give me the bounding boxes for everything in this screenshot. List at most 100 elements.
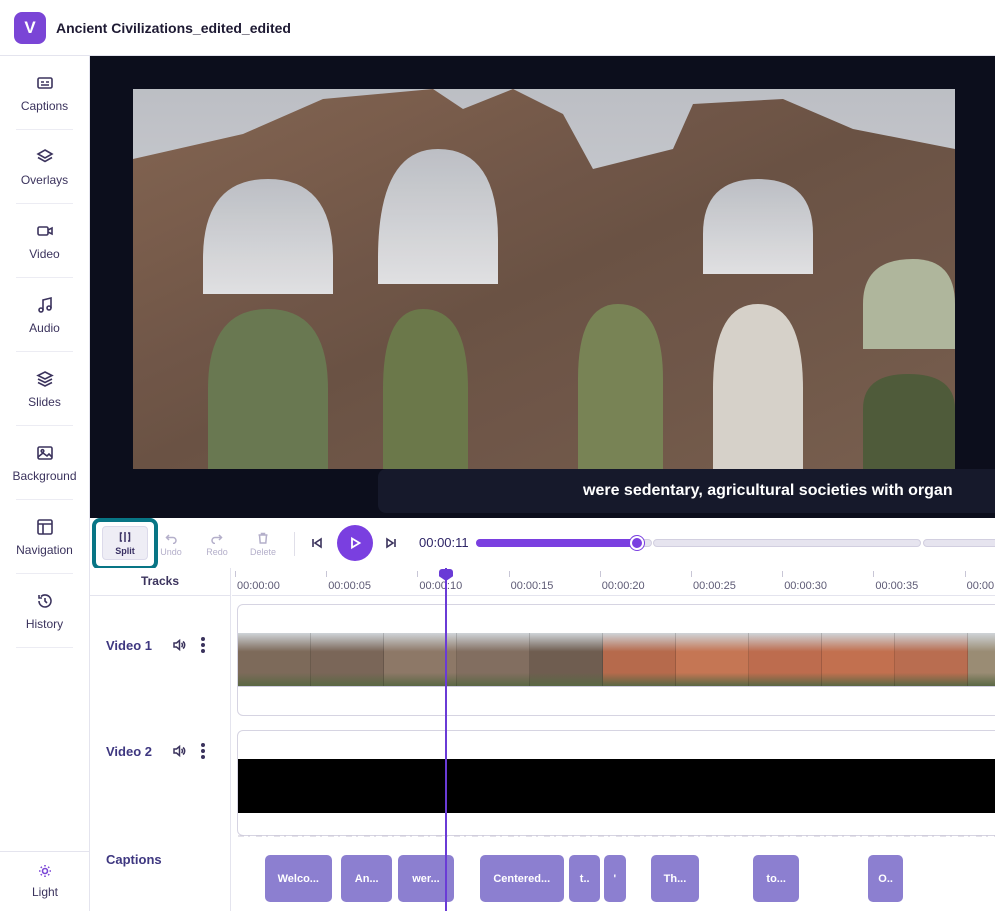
sidebar-item-audio[interactable]: Audio	[0, 278, 89, 352]
video-2-clip[interactable]	[238, 759, 995, 813]
sidebar-item-video[interactable]: Video	[0, 204, 89, 278]
progress-fill	[476, 539, 637, 547]
caption-chip[interactable]: to...	[753, 855, 799, 902]
track-name: Video 1	[106, 637, 153, 653]
progress-bar[interactable]	[476, 536, 995, 550]
theme-label: Light	[31, 885, 59, 899]
video-frame-image	[133, 89, 955, 469]
caption-chip[interactable]: O..	[868, 855, 903, 902]
ruler-tick: 00:00:30	[782, 571, 828, 592]
sidebar-item-label: History	[25, 616, 64, 631]
layers-icon	[35, 148, 54, 162]
split-button[interactable]: Split	[102, 526, 148, 560]
skip-back-icon	[312, 537, 322, 549]
sidebar: Captions Overlays Video Audio Slides Bac…	[0, 56, 90, 911]
ruler-tick: 00:00:35	[873, 571, 919, 592]
delete-label: Delete	[249, 546, 276, 557]
caption-chip[interactable]: Welco...	[264, 855, 333, 902]
playhead[interactable]	[445, 568, 447, 911]
history-icon	[37, 593, 52, 608]
sidebar-item-label: Background	[12, 468, 77, 483]
clip-thumbnail	[238, 633, 311, 686]
captions-icon	[36, 76, 53, 89]
volume-icon	[173, 638, 186, 652]
undo-label: Undo	[160, 546, 182, 557]
volume-button[interactable]	[172, 744, 186, 758]
sidebar-item-captions[interactable]: Captions	[0, 56, 89, 130]
clip-thumbnail	[603, 633, 676, 686]
video-camera-icon	[36, 225, 53, 236]
lane-divider	[238, 686, 995, 687]
ruler-tick: 00:00:10	[417, 571, 463, 592]
ruler-tick: 00:00:00	[235, 571, 280, 592]
track-menu-button[interactable]	[200, 743, 206, 759]
skip-back-button[interactable]	[310, 536, 324, 550]
track-menu-button[interactable]	[200, 637, 206, 653]
stack-icon	[35, 370, 54, 387]
track-name: Video 2	[106, 743, 153, 759]
split-label: Split	[115, 545, 135, 556]
redo-button[interactable]: Redo	[193, 525, 241, 563]
caption-chip[interactable]: t..	[569, 855, 601, 902]
clip-thumbnail	[822, 633, 895, 686]
play-button[interactable]	[337, 525, 373, 561]
tracks-header: Tracks	[90, 568, 230, 596]
video-editor-app: V Ancient Civilizations_edited_edited Ca…	[0, 0, 995, 911]
app-logo[interactable]: V	[14, 11, 46, 44]
timeline: Tracks Video 1 Video 2 Captions 00:00:00…	[90, 568, 995, 911]
undo-button[interactable]: Undo	[147, 525, 195, 563]
caption-chip[interactable]: An...	[341, 855, 393, 902]
progress-handle[interactable]	[629, 536, 644, 550]
redo-label: Redo	[206, 546, 228, 557]
split-icon	[119, 531, 131, 542]
sidebar-item-label: Captions	[20, 98, 69, 113]
redo-icon	[211, 533, 223, 544]
ruler-tick: 00:00:20	[599, 571, 645, 592]
layout-icon	[36, 518, 53, 535]
tracks-column: Tracks Video 1 Video 2 Captions	[90, 568, 231, 911]
video-1-clip[interactable]	[238, 633, 995, 686]
sun-icon	[39, 865, 51, 877]
trash-icon	[258, 532, 268, 544]
caption-chip[interactable]: Th...	[651, 855, 699, 902]
app-header: V Ancient Civilizations_edited_edited	[0, 0, 995, 56]
ruler-tick: 00:00:25	[691, 571, 736, 592]
sidebar-item-slides[interactable]: Slides	[0, 352, 89, 426]
track-label-video-2: Video 2	[106, 743, 206, 759]
clip-thumbnail	[968, 633, 995, 686]
undo-icon	[165, 533, 177, 544]
clip-thumbnail	[676, 633, 749, 686]
ruler-tick: 00:00:05	[326, 571, 372, 592]
sidebar-item-navigation[interactable]: Navigation	[0, 500, 89, 574]
sidebar-item-label: Overlays	[20, 172, 69, 187]
project-title[interactable]: Ancient Civilizations_edited_edited	[56, 20, 291, 36]
clip-thumbnail	[457, 633, 530, 686]
clip-thumbnail	[311, 633, 384, 686]
ruler-tick: 00:00	[964, 571, 995, 592]
track-label-captions: Captions	[106, 852, 162, 867]
delete-button[interactable]: Delete	[239, 525, 287, 563]
sidebar-item-overlays[interactable]: Overlays	[0, 130, 89, 204]
volume-button[interactable]	[172, 638, 186, 652]
progress-segment	[923, 539, 995, 547]
caption-chip[interactable]: '	[603, 855, 626, 902]
progress-segment	[653, 539, 921, 547]
video-frame[interactable]	[133, 89, 955, 469]
track-label-video-1: Video 1	[106, 637, 206, 653]
sidebar-item-background[interactable]: Background	[0, 426, 89, 500]
track-name: Captions	[106, 852, 162, 867]
time-ruler[interactable]: 00:00:00 00:00:05 00:00:10 00:00:15 00:00:20…	[232, 568, 995, 596]
sidebar-item-history[interactable]: History	[0, 574, 89, 648]
ruler-tick: 00:00:15	[508, 571, 554, 592]
theme-toggle[interactable]: Light	[0, 851, 90, 911]
video-preview[interactable]: were sedentary, agricultural societies w…	[90, 56, 995, 518]
music-note-icon	[37, 296, 52, 313]
volume-icon	[173, 744, 186, 758]
toolbar-divider	[294, 532, 295, 556]
caption-chip[interactable]: Centered...	[479, 855, 564, 902]
sidebar-item-label: Navigation	[16, 542, 73, 557]
caption-overlay[interactable]: were sedentary, agricultural societies w…	[378, 469, 995, 513]
audio-waveform	[238, 835, 995, 837]
clip-thumbnail	[895, 633, 968, 686]
skip-forward-button[interactable]	[384, 536, 398, 550]
